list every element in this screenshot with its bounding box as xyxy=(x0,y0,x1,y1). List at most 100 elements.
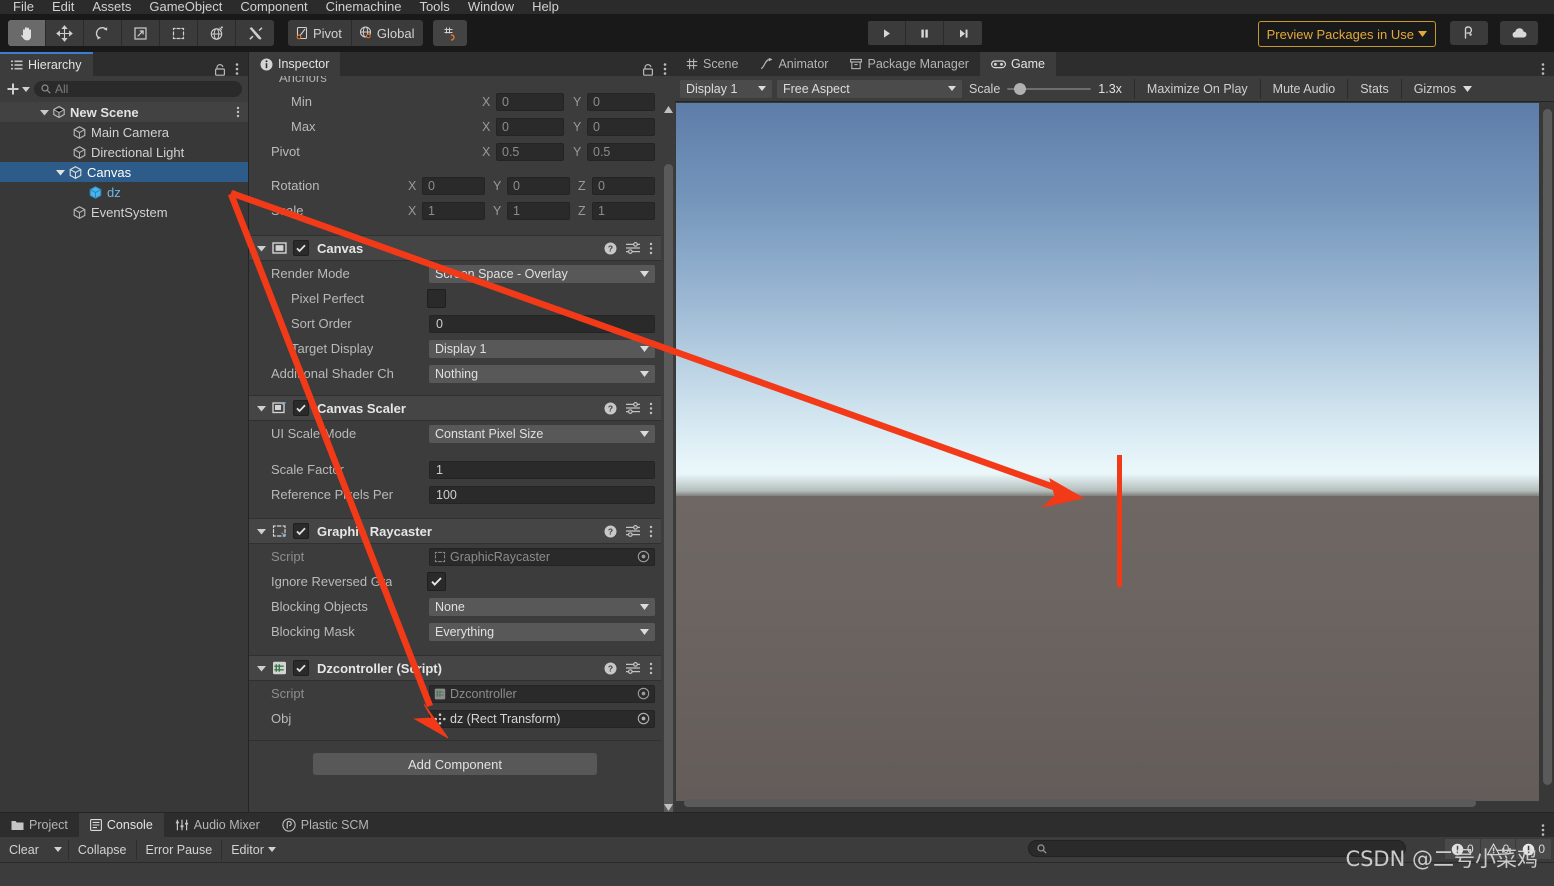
transform-tool-button[interactable] xyxy=(198,20,236,46)
rotation-x-field[interactable]: 0 xyxy=(422,176,485,195)
component-header-canvas[interactable]: Canvas ? xyxy=(249,235,661,261)
cloud-button[interactable] xyxy=(1500,21,1538,45)
canvas-scaler-enabled-checkbox[interactable] xyxy=(293,400,309,416)
ignore-reversed-graphics-checkbox[interactable] xyxy=(427,572,446,591)
scale-z-field[interactable]: 1 xyxy=(592,201,655,220)
game-vertical-scrollbar[interactable] xyxy=(1541,103,1552,801)
scale-tool-button[interactable] xyxy=(122,20,160,46)
custom-editor-tool-button[interactable] xyxy=(236,20,274,46)
clear-dropdown-button[interactable] xyxy=(48,839,69,860)
preview-packages-button[interactable]: Preview Packages in Use xyxy=(1257,21,1436,47)
game-hscroll-thumb[interactable] xyxy=(684,799,1476,807)
min-y-field[interactable]: 0 xyxy=(587,92,655,111)
clear-button[interactable]: Clear xyxy=(0,840,48,860)
mute-audio-button[interactable]: Mute Audio xyxy=(1266,82,1343,96)
collapse-button[interactable]: Collapse xyxy=(69,839,137,860)
error-pause-button[interactable]: Error Pause xyxy=(137,839,223,860)
component-header-dzcontroller[interactable]: Dzcontroller (Script) ? xyxy=(249,655,661,681)
tab-inspector[interactable]: Inspector xyxy=(249,52,341,76)
hierarchy-item-new-scene[interactable]: New Scene xyxy=(0,102,248,122)
help-icon[interactable]: ? xyxy=(604,662,617,675)
plastic-scm-button[interactable] xyxy=(1450,21,1488,45)
scale-slider-knob[interactable] xyxy=(1014,82,1027,95)
gizmos-button[interactable]: Gizmos xyxy=(1407,82,1463,96)
grid-snap-button[interactable] xyxy=(433,20,468,46)
kebab-icon[interactable] xyxy=(663,62,667,76)
blocking-objects-dropdown[interactable]: None xyxy=(429,597,655,616)
pivot-toggle-button[interactable]: Pivot xyxy=(288,20,352,46)
kebab-icon[interactable] xyxy=(649,662,653,675)
lock-icon[interactable] xyxy=(642,63,654,76)
preset-icon[interactable] xyxy=(626,402,640,414)
object-picker-icon[interactable] xyxy=(637,687,650,700)
menu-item-edit[interactable]: Edit xyxy=(43,0,83,14)
scroll-up-arrow-icon[interactable] xyxy=(663,102,674,116)
game-vscroll-thumb[interactable] xyxy=(1543,109,1552,785)
scale-slider[interactable] xyxy=(1007,82,1092,96)
max-y-field[interactable]: 0 xyxy=(587,117,655,136)
scroll-down-arrow-icon[interactable] xyxy=(663,800,674,812)
hierarchy-item-canvas[interactable]: Canvas xyxy=(0,162,248,182)
prefab-open-chevron-icon[interactable]: › xyxy=(234,185,238,200)
min-x-field[interactable]: 0 xyxy=(496,92,564,111)
additional-shader-channels-dropdown[interactable]: Nothing xyxy=(429,364,655,383)
inspector-scroll-thumb[interactable] xyxy=(664,164,673,812)
create-object-button[interactable] xyxy=(6,82,30,96)
expand-triangle-icon[interactable] xyxy=(257,664,266,673)
step-button[interactable] xyxy=(944,21,982,45)
tab-plastic-scm[interactable]: Plastic SCM xyxy=(271,813,380,837)
expand-triangle-icon[interactable] xyxy=(257,527,266,536)
sort-order-field[interactable]: 0 xyxy=(429,314,655,333)
help-icon[interactable]: ? xyxy=(604,242,617,255)
move-tool-button[interactable] xyxy=(46,20,84,46)
kebab-icon[interactable] xyxy=(649,402,653,415)
tab-audio-mixer[interactable]: Audio Mixer xyxy=(164,813,271,837)
preset-icon[interactable] xyxy=(626,242,640,254)
pivot-x-field[interactable]: 0.5 xyxy=(496,142,564,161)
menu-item-cinemachine[interactable]: Cinemachine xyxy=(317,0,411,14)
dzcontroller-enabled-checkbox[interactable] xyxy=(293,660,309,676)
scale-x-field[interactable]: 1 xyxy=(422,201,485,220)
tab-game[interactable]: Game xyxy=(979,52,1056,76)
obj-field[interactable]: dz (Rect Transform) xyxy=(429,709,655,728)
menu-item-file[interactable]: File xyxy=(4,0,43,14)
stats-button[interactable]: Stats xyxy=(1353,82,1396,96)
expand-triangle-icon[interactable] xyxy=(56,168,65,177)
expand-triangle-icon[interactable] xyxy=(40,108,49,117)
scale-factor-field[interactable]: 1 xyxy=(429,460,655,479)
preset-icon[interactable] xyxy=(626,525,640,537)
object-picker-icon[interactable] xyxy=(637,550,650,563)
hierarchy-search-input[interactable]: All xyxy=(34,81,242,97)
pivot-y-field[interactable]: 0.5 xyxy=(587,142,655,161)
render-mode-dropdown[interactable]: Screen Space - Overlay xyxy=(429,264,655,283)
game-view-render[interactable] xyxy=(676,103,1539,801)
help-icon[interactable]: ? xyxy=(604,402,617,415)
component-header-graphic-raycaster[interactable]: Graphic Raycaster ? xyxy=(249,518,661,544)
rotation-y-field[interactable]: 0 xyxy=(507,176,570,195)
canvas-enabled-checkbox[interactable] xyxy=(293,240,309,256)
scale-y-field[interactable]: 1 xyxy=(507,201,570,220)
target-display-dropdown[interactable]: Display 1 xyxy=(429,339,655,358)
hierarchy-item-eventsystem[interactable]: EventSystem xyxy=(0,202,248,222)
kebab-icon[interactable] xyxy=(1541,823,1545,837)
rotation-z-field[interactable]: 0 xyxy=(592,176,655,195)
blocking-mask-dropdown[interactable]: Everything xyxy=(429,622,655,641)
kebab-icon[interactable] xyxy=(649,525,653,538)
pause-button[interactable] xyxy=(906,21,944,45)
graphic-raycaster-enabled-checkbox[interactable] xyxy=(293,523,309,539)
display-dropdown[interactable]: Display 1 xyxy=(680,79,772,98)
expand-triangle-icon[interactable] xyxy=(257,244,266,253)
game-horizontal-scrollbar[interactable] xyxy=(676,799,1521,807)
menu-item-gameobject[interactable]: GameObject xyxy=(140,0,231,14)
tab-scene[interactable]: Scene xyxy=(675,52,749,76)
play-button[interactable] xyxy=(868,21,906,45)
inspector-scrollbar[interactable] xyxy=(664,102,675,812)
ui-scale-mode-dropdown[interactable]: Constant Pixel Size xyxy=(429,424,655,443)
global-toggle-button[interactable]: Global xyxy=(351,20,424,46)
menu-item-component[interactable]: Component xyxy=(231,0,316,14)
editor-dropdown-button[interactable]: Editor xyxy=(222,840,285,860)
menu-item-window[interactable]: Window xyxy=(459,0,523,14)
rect-tool-button[interactable] xyxy=(160,20,198,46)
menu-item-tools[interactable]: Tools xyxy=(410,0,458,14)
kebab-icon[interactable] xyxy=(236,106,240,118)
